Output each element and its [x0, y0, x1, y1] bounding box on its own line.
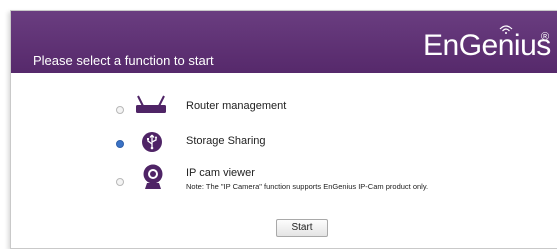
webcam-icon — [143, 164, 163, 189]
usb-storage-icon — [142, 132, 162, 152]
header-bar: Please select a function to start EnGeni… — [11, 11, 557, 73]
radio-router-management[interactable] — [116, 106, 124, 114]
router-icon — [136, 95, 166, 113]
radio-storage-sharing[interactable] — [116, 140, 124, 148]
page-title: Please select a function to start — [33, 53, 214, 68]
option-label-storage-sharing[interactable]: Storage Sharing — [186, 135, 266, 147]
option-label-ip-cam-viewer[interactable]: IP cam viewer — [186, 167, 255, 179]
radio-ip-cam-viewer[interactable] — [116, 178, 124, 186]
setup-panel: Please select a function to start EnGeni… — [10, 10, 557, 249]
engenius-logo: EnGenius — [423, 29, 551, 62]
start-button[interactable]: Start — [276, 219, 328, 237]
ip-cam-note: Note: The "IP Camera" function supports … — [186, 182, 429, 191]
registered-mark: ® — [541, 31, 550, 43]
option-label-router-management[interactable]: Router management — [186, 100, 286, 112]
